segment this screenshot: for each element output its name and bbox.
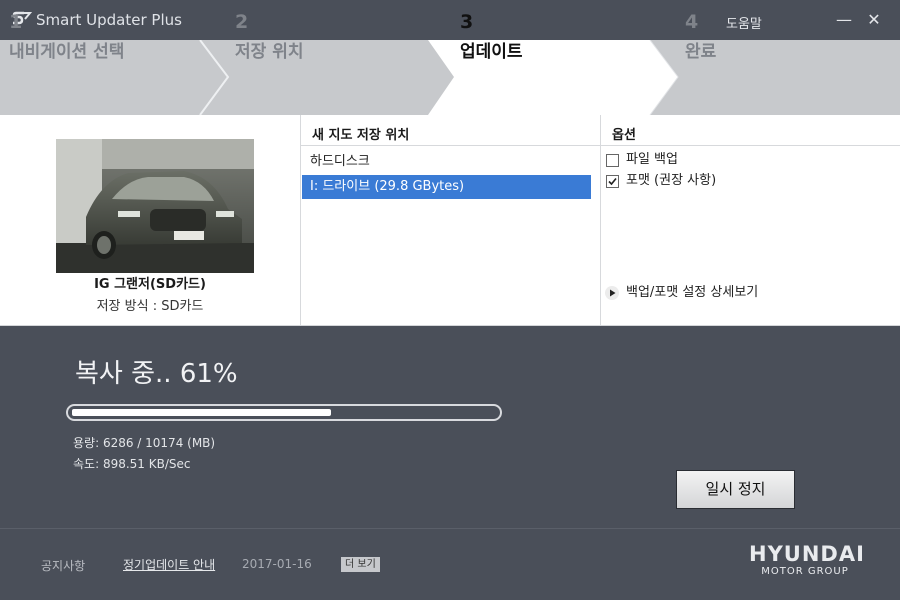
progress-status: 복사 중.. 61%	[75, 359, 238, 389]
format-label: 포맷 (권장 사항)	[626, 173, 717, 188]
location-item-hdd[interactable]: 하드디스크	[302, 150, 591, 174]
step-2: 2 저장 위치	[226, 0, 426, 75]
content-panel: IG 그랜저(SD카드) 저장 방식 : SD카드 새 지도 저장 위치 하드디…	[0, 115, 900, 326]
column-divider	[600, 115, 601, 325]
step-label: 내비게이션 선택	[9, 42, 125, 62]
pause-button[interactable]: 일시 정지	[676, 470, 795, 509]
step-4: 4 완료	[676, 0, 876, 75]
progress-fill	[72, 409, 331, 416]
progress-bar	[66, 404, 502, 421]
notice-date: 2017-01-16	[242, 557, 312, 571]
footer-divider	[0, 528, 900, 529]
capacity-text: 용량: 6286 / 10174 (MB)	[73, 436, 216, 450]
notice-label: 공지사항	[41, 559, 86, 573]
play-icon	[605, 286, 619, 300]
vehicle-image	[56, 139, 254, 273]
options-header: 옵션	[612, 128, 636, 143]
step-number: 3	[460, 11, 474, 33]
location-header: 새 지도 저장 위치	[312, 128, 410, 143]
brand-subtitle: MOTOR GROUP	[761, 566, 849, 577]
hyundai-logo: HYUNDAI MOTOR GROUP	[749, 542, 865, 578]
backup-label: 파일 백업	[626, 152, 678, 167]
location-item-drive-selected[interactable]: I: 드라이브 (29.8 GBytes)	[302, 175, 591, 199]
step-label: 완료	[685, 42, 717, 62]
settings-detail-label: 백업/포맷 설정 상세보기	[626, 285, 759, 300]
checkmark-icon	[608, 177, 617, 186]
step-number: 1	[9, 11, 23, 33]
update-notice-link[interactable]: 정기업데이트 안내	[123, 556, 215, 573]
step-label: 업데이트	[460, 42, 523, 62]
brand-name: HYUNDAI	[749, 542, 865, 566]
step-1: 1 내비게이션 선택	[0, 0, 200, 75]
backup-checkbox[interactable]	[606, 154, 619, 167]
vehicle-storage: 저장 방식 : SD카드	[96, 299, 204, 314]
column-divider	[300, 115, 301, 325]
format-checkbox[interactable]	[606, 175, 619, 188]
step-3-active: 3 업데이트	[451, 0, 651, 75]
more-button[interactable]: 더 보기	[341, 557, 380, 572]
step-number: 2	[235, 11, 249, 33]
speed-text: 속도: 898.51 KB/Sec	[73, 457, 191, 471]
step-number: 4	[685, 11, 699, 33]
step-label: 저장 위치	[235, 42, 304, 62]
header-divider	[601, 145, 900, 146]
vehicle-name: IG 그랜저(SD카드)	[94, 277, 206, 292]
header-divider	[301, 145, 600, 146]
